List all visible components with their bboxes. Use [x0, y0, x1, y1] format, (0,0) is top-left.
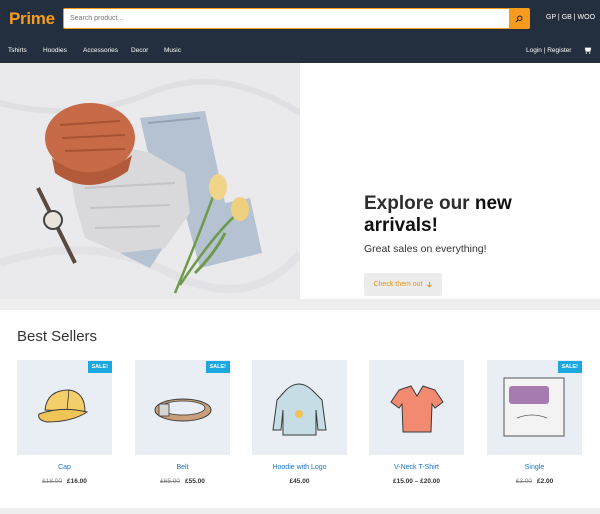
hero-title-plain: Explore our: [364, 193, 475, 214]
product-name[interactable]: V-Neck T-Shirt: [369, 464, 464, 471]
old-price: £65.00: [160, 478, 180, 485]
product-name[interactable]: Belt: [135, 464, 230, 471]
hero-image: [0, 63, 300, 299]
search-icon: [515, 14, 523, 22]
nav-item-decor[interactable]: Decor: [131, 47, 148, 54]
top-header: Prime GP | GB | WOO: [0, 0, 600, 38]
product-card-belt[interactable]: SALE! Belt £65.00 £55.00: [135, 360, 230, 485]
hero-banner: Explore our new arrivals! Great sales on…: [0, 63, 600, 299]
nav-item-accessories[interactable]: Accessories: [83, 47, 118, 54]
site-logo[interactable]: Prime: [9, 9, 55, 29]
check-them-out-button[interactable]: Check them out: [364, 273, 442, 296]
cart-icon[interactable]: [584, 46, 592, 54]
product-image-hoodie[interactable]: [252, 360, 347, 455]
product-price: £65.00 £55.00: [135, 478, 230, 485]
product-name[interactable]: Cap: [17, 464, 112, 471]
language-switcher[interactable]: GP | GB | WOO: [546, 14, 595, 21]
product-price: £15.00 – £20.00: [369, 478, 464, 485]
nav-item-tshirts[interactable]: Tshirts: [8, 47, 27, 54]
current-price: £15.00 – £20.00: [393, 478, 440, 485]
product-price: £45.00: [252, 478, 347, 485]
product-price: £18.00 £16.00: [17, 478, 112, 485]
page-footer-strip: [0, 508, 600, 514]
product-name[interactable]: Hoodie with Logo: [252, 464, 347, 471]
best-sellers-title: Best Sellers: [17, 328, 98, 345]
check-them-out-label: Check them out: [373, 281, 423, 288]
current-price: £45.00: [289, 478, 310, 485]
old-price: £18.00: [42, 478, 62, 485]
sale-badge: SALE!: [557, 361, 582, 373]
best-sellers-section: Best Sellers SALE! Cap £18.00 £16.00 SALE…: [0, 310, 600, 508]
product-name[interactable]: Single: [487, 464, 582, 471]
login-register-link[interactable]: Login | Register: [526, 47, 571, 54]
nav-item-music[interactable]: Music: [164, 47, 181, 54]
product-image-cap[interactable]: SALE!: [17, 360, 112, 455]
current-price: £2.00: [537, 478, 554, 485]
nav-item-hoodies[interactable]: Hoodies: [43, 47, 67, 54]
product-card-single[interactable]: SALE! Single £3.00 £2.00: [487, 360, 582, 485]
search-button[interactable]: [509, 9, 529, 28]
old-price: £3.00: [515, 478, 532, 485]
hero-title: Explore our new arrivals!: [364, 193, 564, 237]
product-image-belt[interactable]: SALE!: [135, 360, 230, 455]
category-nav: Tshirts Hoodies Accessories Decor Music …: [0, 38, 600, 63]
current-price: £16.00: [67, 478, 87, 485]
product-card-cap[interactable]: SALE! Cap £18.00 £16.00: [17, 360, 112, 485]
product-price: £3.00 £2.00: [487, 478, 582, 485]
current-price: £55.00: [185, 478, 205, 485]
search-input[interactable]: [64, 9, 510, 28]
sale-badge: SALE!: [87, 361, 112, 373]
hero-subtitle: Great sales on everything!: [364, 243, 487, 255]
sale-badge: SALE!: [205, 361, 230, 373]
arrow-down-icon: [426, 281, 432, 288]
product-image-tshirt[interactable]: [369, 360, 464, 455]
product-card-v-neck-t-shirt[interactable]: V-Neck T-Shirt £15.00 – £20.00: [369, 360, 464, 485]
product-card-hoodie-with-logo[interactable]: Hoodie with Logo £45.00: [252, 360, 347, 485]
search-bar: [63, 8, 530, 29]
product-image-single[interactable]: SALE!: [487, 360, 582, 455]
